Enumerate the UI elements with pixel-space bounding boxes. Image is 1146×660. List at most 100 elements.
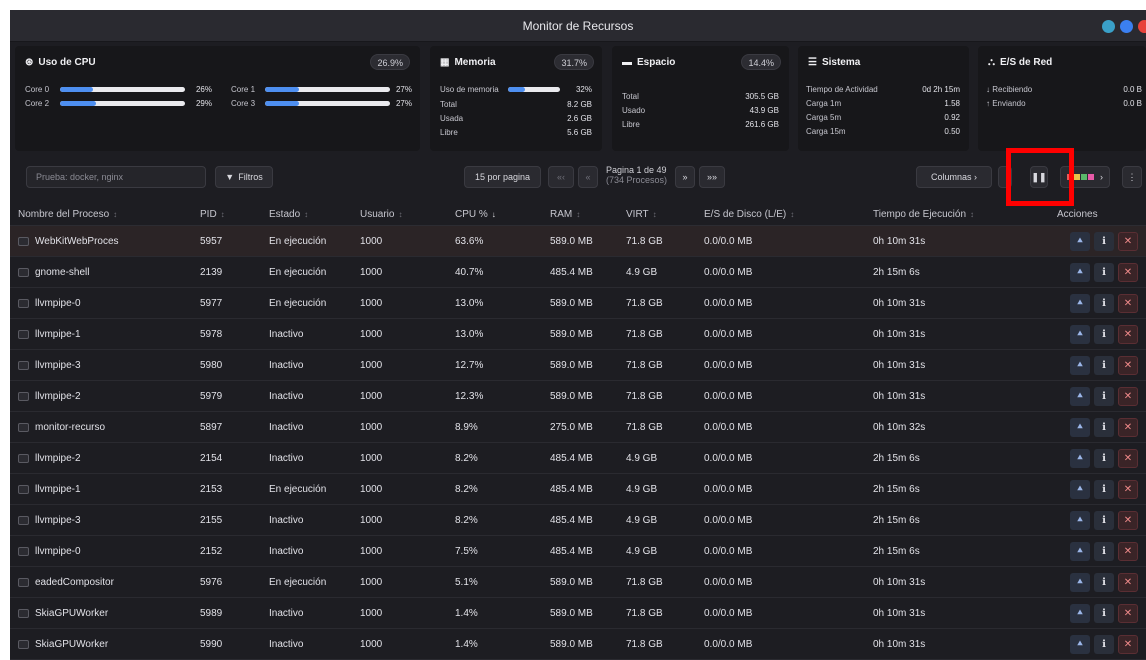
pin-button[interactable]: ⯅ bbox=[1070, 387, 1090, 406]
col-header-state[interactable]: Estado ↕ bbox=[269, 209, 308, 220]
table-row[interactable]: eadedCompositor 5976 En ejecución 1000 5.1% 5… bbox=[10, 567, 1146, 598]
pin-button[interactable]: ⯅ bbox=[1070, 480, 1090, 499]
per-page-select[interactable]: 15 por pagina bbox=[464, 166, 541, 188]
info-button[interactable]: ℹ bbox=[1094, 232, 1114, 251]
columns-button[interactable]: Columnas › bbox=[916, 166, 992, 188]
window-minimize-button[interactable] bbox=[1102, 20, 1115, 33]
table-row[interactable]: WebKitWebProces 5957 En ejecución 1000 63.6%… bbox=[10, 226, 1146, 257]
window-close-button[interactable] bbox=[1138, 20, 1146, 33]
col-header-time[interactable]: Tiempo de Ejecución ↕ bbox=[873, 209, 974, 220]
table-row[interactable]: llvmpipe-0 5977 En ejecución 1000 13.0% 589.0… bbox=[10, 288, 1146, 319]
table-row[interactable]: llvmpipe-0 2152 Inactivo 1000 7.5% 485.4 MB 4.… bbox=[10, 536, 1146, 567]
pin-button[interactable]: ⯅ bbox=[1070, 325, 1090, 344]
cell-pid: 5980 bbox=[200, 360, 223, 371]
pause-button[interactable]: ❚❚ bbox=[1030, 166, 1048, 188]
pin-button[interactable]: ⯅ bbox=[1070, 294, 1090, 313]
table-row[interactable]: SkiaGPUWorker 5989 Inactivo 1000 1.4% 589.0 M… bbox=[10, 598, 1146, 629]
col-header-virt[interactable]: VIRT ↕ bbox=[626, 209, 657, 220]
kill-button[interactable]: ✕ bbox=[1118, 480, 1138, 499]
table-row[interactable]: llvmpipe-3 2155 Inactivo 1000 8.2% 485.4 MB 4.… bbox=[10, 505, 1146, 536]
prev-page-button[interactable]: « bbox=[578, 166, 598, 188]
window-maximize-button[interactable] bbox=[1120, 20, 1133, 33]
kill-button[interactable]: ✕ bbox=[1118, 263, 1138, 282]
col-header-name[interactable]: Nombre del Proceso ↕ bbox=[18, 209, 117, 220]
process-name-cell: WebKitWebProces bbox=[18, 236, 119, 247]
table-row[interactable]: llvmpipe-1 5978 Inactivo 1000 13.0% 589.0 MB 7… bbox=[10, 319, 1146, 350]
hidden-toolbar-button[interactable] bbox=[998, 166, 1012, 188]
info-button[interactable]: ℹ bbox=[1094, 604, 1114, 623]
kill-button[interactable]: ✕ bbox=[1118, 449, 1138, 468]
info-button[interactable]: ℹ bbox=[1094, 542, 1114, 561]
pin-button[interactable]: ⯅ bbox=[1070, 232, 1090, 251]
info-button[interactable]: ℹ bbox=[1094, 511, 1114, 530]
col-header-ram[interactable]: RAM ↕ bbox=[550, 209, 580, 220]
pin-button[interactable]: ⯅ bbox=[1070, 511, 1090, 530]
kill-button[interactable]: ✕ bbox=[1118, 387, 1138, 406]
kill-button[interactable]: ✕ bbox=[1118, 232, 1138, 251]
info-button[interactable]: ℹ bbox=[1094, 356, 1114, 375]
kill-button[interactable]: ✕ bbox=[1118, 325, 1138, 344]
cell-cpu: 5.1% bbox=[455, 577, 478, 588]
col-header-pid[interactable]: PID ↕ bbox=[200, 209, 225, 220]
more-options-button[interactable]: ⋮ bbox=[1122, 166, 1142, 188]
kill-button[interactable]: ✕ bbox=[1118, 635, 1138, 654]
pin-button[interactable]: ⯅ bbox=[1070, 604, 1090, 623]
info-button[interactable]: ℹ bbox=[1094, 325, 1114, 344]
pin-button[interactable]: ⯅ bbox=[1070, 542, 1090, 561]
pin-button[interactable]: ⯅ bbox=[1070, 573, 1090, 592]
pin-button[interactable]: ⯅ bbox=[1070, 418, 1090, 437]
table-row[interactable]: llvmpipe-2 5979 Inactivo 1000 12.3% 589.0 MB 7… bbox=[10, 381, 1146, 412]
kill-button[interactable]: ✕ bbox=[1118, 511, 1138, 530]
search-input[interactable]: Prueba: docker, nginx bbox=[26, 166, 206, 188]
info-button[interactable]: ℹ bbox=[1094, 294, 1114, 313]
info-button[interactable]: ℹ bbox=[1094, 387, 1114, 406]
col-header-user[interactable]: Usuario ↕ bbox=[360, 209, 402, 220]
core-value: 26% bbox=[195, 85, 212, 94]
kill-button[interactable]: ✕ bbox=[1118, 294, 1138, 313]
next-page-button[interactable]: » bbox=[675, 166, 695, 188]
table-row[interactable]: llvmpipe-3 5980 Inactivo 1000 12.7% 589.0 MB 7… bbox=[10, 350, 1146, 381]
process-icon bbox=[18, 516, 29, 525]
pin-button[interactable]: ⯅ bbox=[1070, 635, 1090, 654]
cell-virt: 4.9 GB bbox=[626, 484, 658, 495]
cell-user: 1000 bbox=[360, 608, 383, 619]
cell-pid: 5978 bbox=[200, 329, 223, 340]
first-page-button[interactable]: «‹ bbox=[548, 166, 574, 188]
kill-button[interactable]: ✕ bbox=[1118, 604, 1138, 623]
process-name: llvmpipe-3 bbox=[35, 360, 81, 371]
table-row[interactable]: gnome-shell 2139 En ejecución 1000 40.7% 485.… bbox=[10, 257, 1146, 288]
info-button[interactable]: ℹ bbox=[1094, 573, 1114, 592]
cell-user: 1000 bbox=[360, 515, 383, 526]
filters-button[interactable]: ▼ Filtros bbox=[215, 166, 273, 188]
kill-button[interactable]: ✕ bbox=[1118, 573, 1138, 592]
table-row[interactable]: SkiaGPUWorker 5990 Inactivo 1000 1.4% 589.0 M… bbox=[10, 629, 1146, 660]
kill-button[interactable]: ✕ bbox=[1118, 542, 1138, 561]
last-page-button[interactable]: »» bbox=[699, 166, 725, 188]
table-row[interactable]: llvmpipe-1 2153 En ejecución 1000 8.2% 485.4 … bbox=[10, 474, 1146, 505]
col-header-cpu[interactable]: CPU % ↓ bbox=[455, 209, 496, 220]
info-button[interactable]: ℹ bbox=[1094, 263, 1114, 282]
info-button[interactable]: ℹ bbox=[1094, 635, 1114, 654]
cell-disk: 0.0/0.0 MB bbox=[704, 484, 753, 495]
cell-user: 1000 bbox=[360, 360, 383, 371]
cell-ram: 485.4 MB bbox=[550, 267, 593, 278]
process-name: SkiaGPUWorker bbox=[35, 639, 109, 650]
pin-button[interactable]: ⯅ bbox=[1070, 356, 1090, 375]
info-button[interactable]: ℹ bbox=[1094, 449, 1114, 468]
info-button[interactable]: ℹ bbox=[1094, 418, 1114, 437]
process-name: llvmpipe-2 bbox=[35, 453, 81, 464]
info-button[interactable]: ℹ bbox=[1094, 480, 1114, 499]
cell-time: 0h 10m 31s bbox=[873, 577, 926, 588]
col-header-disk[interactable]: E/S de Disco (L/E) ↕ bbox=[704, 209, 794, 220]
table-header: Nombre del Proceso ↕ PID ↕ Estado ↕ Usuario… bbox=[10, 204, 1146, 226]
info-icon: ℹ bbox=[1102, 298, 1106, 309]
kill-button[interactable]: ✕ bbox=[1118, 418, 1138, 437]
table-row[interactable]: monitor-recurso 5897 Inactivo 1000 8.9% 275.0… bbox=[10, 412, 1146, 443]
kill-button[interactable]: ✕ bbox=[1118, 356, 1138, 375]
pin-button[interactable]: ⯅ bbox=[1070, 263, 1090, 282]
table-row[interactable]: llvmpipe-2 2154 Inactivo 1000 8.2% 485.4 MB 4.… bbox=[10, 443, 1146, 474]
color-legend-button[interactable]: › bbox=[1060, 166, 1110, 188]
disk-row-value: 261.6 GB bbox=[745, 120, 779, 129]
pin-button[interactable]: ⯅ bbox=[1070, 449, 1090, 468]
sort-icon: ↕ bbox=[790, 210, 795, 219]
